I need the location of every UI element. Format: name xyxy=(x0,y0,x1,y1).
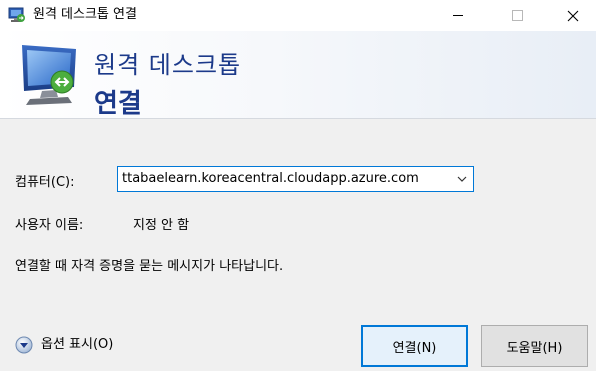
remote-desktop-icon xyxy=(8,7,25,22)
username-label: 사용자 이름: xyxy=(15,218,84,233)
combobox-dropdown-button[interactable] xyxy=(451,167,473,191)
computer-input[interactable]: ttabaelearn.koreacentral.cloudapp.azure.… xyxy=(118,170,451,188)
show-options-label[interactable]: 옵션 표시(O) xyxy=(41,336,113,354)
username-value: 지정 안 함 xyxy=(133,218,190,233)
title-bar[interactable]: 원격 데스크톱 연결 xyxy=(0,0,596,31)
close-button[interactable] xyxy=(550,0,596,31)
monitor-connection-icon xyxy=(22,45,76,105)
computer-combobox[interactable]: ttabaelearn.koreacentral.cloudapp.azure.… xyxy=(117,166,474,192)
connect-button[interactable]: 연결(N) xyxy=(361,325,468,367)
minimize-icon xyxy=(453,15,463,16)
show-options-toggle[interactable]: 옵션 표시(O) xyxy=(15,336,113,354)
header-banner: 원격 데스크톱 연결 xyxy=(0,31,596,119)
computer-label: 컴퓨터(C): xyxy=(15,175,75,190)
maximize-icon xyxy=(511,10,523,21)
banner-subtitle: 연결 xyxy=(94,89,142,119)
expand-down-icon xyxy=(15,336,33,354)
maximize-button[interactable] xyxy=(494,0,540,31)
window-title: 원격 데스크톱 연결 xyxy=(33,7,137,22)
chevron-down-icon xyxy=(457,176,467,182)
close-icon xyxy=(567,10,579,21)
credentials-info-text: 연결할 때 자격 증명을 묻는 메시지가 나타납니다. xyxy=(15,259,284,274)
rdp-window: 원격 데스크톱 연결 원격 데스크톱 연결 컴퓨터(C): ttabaelear… xyxy=(0,0,596,371)
help-button[interactable]: 도움말(H) xyxy=(481,325,588,367)
minimize-button[interactable] xyxy=(435,0,481,31)
banner-title: 원격 데스크톱 xyxy=(94,51,242,79)
